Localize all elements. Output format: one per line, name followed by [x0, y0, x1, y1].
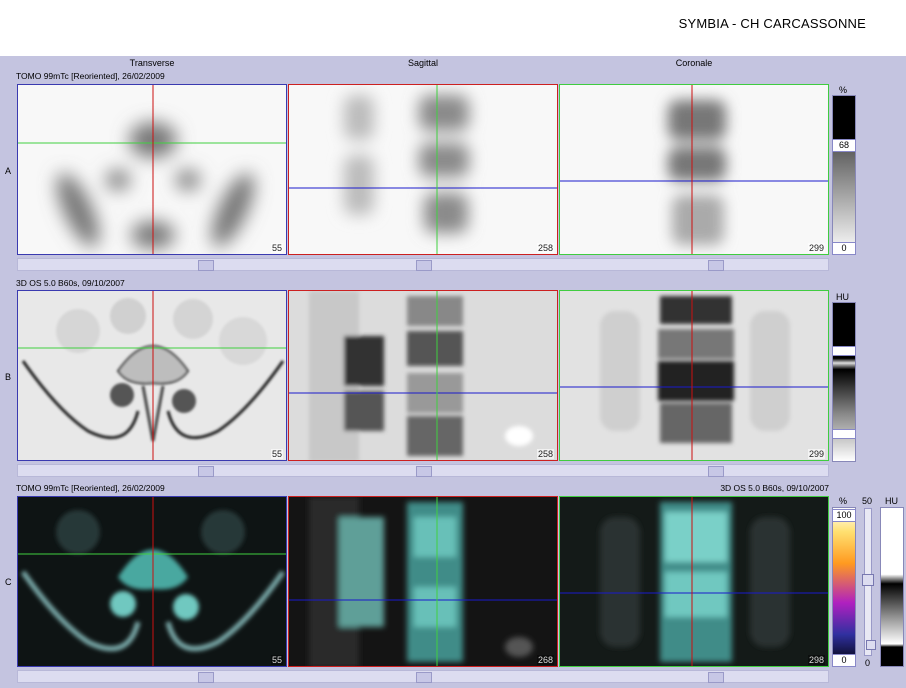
- row-c-series-label-right: 3D OS 5.0 B60s, 09/10/2007: [720, 483, 829, 493]
- sagittal-slice-scroll-thumb[interactable]: [416, 466, 432, 477]
- colorbar-c-upper-value[interactable]: 100: [832, 509, 856, 522]
- coronal-slice-scroll-thumb[interactable]: [708, 672, 724, 683]
- slice-number: 258: [536, 243, 554, 253]
- colorbar-c-hu-unit: HU: [885, 496, 898, 506]
- row-a-transverse-view[interactable]: 55: [17, 84, 287, 255]
- row-c-coronal-fusion-view[interactable]: 298: [559, 496, 829, 667]
- row-b-coronal-view[interactable]: 299: [559, 290, 829, 461]
- row-c-series-label-left: TOMO 99mTc [Reoriented], 26/02/2009: [16, 483, 165, 493]
- ct-transverse-image: [18, 291, 286, 460]
- row-a-coronal-view[interactable]: 299: [559, 84, 829, 255]
- slice-number: 258: [536, 449, 554, 459]
- blend-slider-thumb[interactable]: [862, 574, 874, 586]
- row-b-sagittal-view[interactable]: 258: [288, 290, 558, 461]
- blend-slider-bottom-thumb[interactable]: [866, 640, 876, 650]
- column-label-coronal: Coronale: [675, 58, 713, 68]
- report-header: SYMBIA - CH CARCASSONNE: [0, 0, 906, 56]
- spect-coronal-image: [560, 85, 828, 254]
- colorbar-c-ct-scale[interactable]: [880, 507, 904, 667]
- row-b-letter: B: [5, 372, 12, 382]
- blend-slider-bottom-value: 0: [865, 658, 871, 668]
- transverse-slice-scroll-thumb[interactable]: [198, 466, 214, 477]
- colorbar-b-upper-handle[interactable]: [832, 346, 856, 356]
- fusion-transverse-image: [18, 497, 286, 666]
- row-a-scrollbar[interactable]: [17, 258, 829, 271]
- colorbar-a-unit: %: [839, 85, 848, 95]
- slice-number: 299: [807, 449, 825, 459]
- transverse-slice-scroll-thumb[interactable]: [198, 260, 214, 271]
- row-a-series-label: TOMO 99mTc [Reoriented], 26/02/2009: [16, 71, 165, 81]
- colorbar-a-grayscale[interactable]: [832, 95, 856, 255]
- fusion-coronal-image: [560, 497, 828, 666]
- row-a-letter: A: [5, 166, 12, 176]
- colorbar-a-lower-value[interactable]: 0: [832, 242, 856, 255]
- slice-number: 268: [536, 655, 554, 665]
- row-b-transverse-view[interactable]: 55: [17, 290, 287, 461]
- coronal-slice-scroll-thumb[interactable]: [708, 466, 724, 477]
- site-title: SYMBIA - CH CARCASSONNE: [678, 16, 866, 31]
- sagittal-slice-scroll-thumb[interactable]: [416, 260, 432, 271]
- transverse-slice-scroll-thumb[interactable]: [198, 672, 214, 683]
- row-c-scrollbar[interactable]: [17, 670, 829, 683]
- row-c-sagittal-fusion-view[interactable]: 268: [288, 496, 558, 667]
- fusion-sagittal-image: [289, 497, 557, 666]
- colorbar-c-percent-unit: %: [839, 496, 848, 506]
- blend-slider-top-value: 50: [862, 496, 873, 506]
- row-b-scrollbar[interactable]: [17, 464, 829, 477]
- slice-number: 55: [270, 243, 283, 253]
- sagittal-slice-scroll-thumb[interactable]: [416, 672, 432, 683]
- coronal-slice-scroll-thumb[interactable]: [708, 260, 724, 271]
- spect-transverse-image: [18, 85, 286, 254]
- ct-coronal-image: [560, 291, 828, 460]
- colorbar-a-upper-value[interactable]: 68: [832, 139, 856, 152]
- colorbar-c-spect-scale[interactable]: [832, 507, 856, 667]
- colorbar-b-unit: HU: [836, 292, 849, 302]
- row-c-transverse-fusion-view[interactable]: 55: [17, 496, 287, 667]
- slice-number: 55: [270, 449, 283, 459]
- column-label-transverse: Transverse: [129, 58, 175, 68]
- spect-sagittal-image: [289, 85, 557, 254]
- slice-number: 298: [807, 655, 825, 665]
- column-label-sagittal: Sagittal: [407, 58, 439, 68]
- slice-number: 299: [807, 243, 825, 253]
- colorbar-c-lower-value[interactable]: 0: [832, 654, 856, 667]
- slice-number: 55: [270, 655, 283, 665]
- row-b-series-label: 3D OS 5.0 B60s, 09/10/2007: [16, 278, 125, 288]
- row-c-letter: C: [5, 577, 12, 587]
- colorbar-b-lower-handle[interactable]: [832, 429, 856, 439]
- ct-sagittal-image: [289, 291, 557, 460]
- row-a-sagittal-view[interactable]: 258: [288, 84, 558, 255]
